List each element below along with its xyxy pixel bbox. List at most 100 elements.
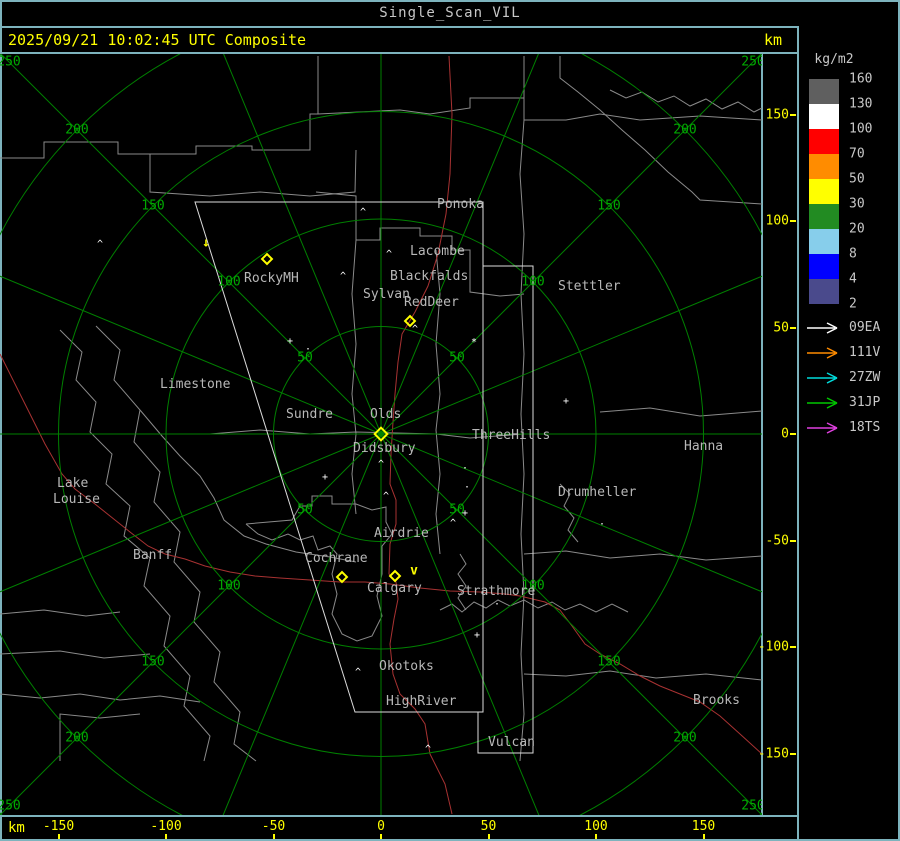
range-ring-label: 250 <box>0 54 21 70</box>
city-label-ponoka: Ponoka <box>437 197 484 212</box>
right-axis-tick-label: 50 <box>773 320 789 335</box>
city-label-lake: Lake <box>57 476 89 491</box>
county-boundary <box>609 89 762 113</box>
colorbar-level-label: 8 <box>849 246 857 262</box>
city-label-louise: Louise <box>53 492 100 507</box>
city-label-vulcan: Vulcan <box>488 735 535 750</box>
storm-cell-marker: ^ <box>377 459 385 470</box>
range-ring-label: 150 <box>141 654 165 670</box>
right-axis-tick-mark <box>790 220 796 222</box>
county-boundary <box>351 239 357 515</box>
right-axis-tick-mark <box>790 326 796 329</box>
storm-track-arrow-icon <box>807 372 838 384</box>
colorbar-level-label: 50 <box>849 171 865 187</box>
storm-track-legend-item: 111V <box>805 345 900 360</box>
titlebar-separator <box>0 26 799 28</box>
storm-track-legend-item: 31JP <box>805 395 900 410</box>
range-ring-label: 200 <box>65 730 89 746</box>
storm-track-legend-item: 18TS <box>805 420 900 435</box>
radar-site-marker <box>260 252 274 266</box>
scan-timestamp: 2025/09/21 10:02:45 UTC Composite <box>8 31 307 49</box>
colorbar-swatch <box>809 254 839 279</box>
storm-track-arrow-icon <box>807 397 838 409</box>
radar-site-marker <box>388 569 402 583</box>
bottom-axis-tick-mark <box>702 834 705 839</box>
colorbar-swatch <box>809 204 839 229</box>
bottom-axis-tick-mark <box>487 834 490 839</box>
storm-motion-glyph: v <box>410 563 418 579</box>
storm-motion-glyph: ↓ <box>202 235 210 251</box>
city-label-sundre: Sundre <box>286 407 333 422</box>
bottom-axis: km -150 -100 -50 0 50 100 150 <box>0 817 797 839</box>
scan-area-outline <box>477 265 534 754</box>
storm-track-id: 31JP <box>849 395 881 410</box>
colorbar-level-label: 160 <box>849 71 873 87</box>
county-boundary <box>519 56 525 762</box>
right-axis-tick-mark <box>790 752 796 755</box>
storm-cell-marker: · <box>598 519 606 530</box>
storm-track-arrow-icon <box>807 422 838 434</box>
colorbar-swatch <box>809 179 839 204</box>
legend-panel: kg/m2 160 130 100 70 50 30 20 8 4 2 09EA 111V 27ZW 31… <box>799 26 900 839</box>
storm-cell-marker: · <box>304 344 312 355</box>
city-label-didsbury: Didsbury <box>353 441 416 456</box>
storm-cell-marker: ^ <box>96 239 104 250</box>
storm-cell-marker: * <box>470 337 478 348</box>
storm-cell-marker: · <box>463 482 471 493</box>
map-canvas[interactable]: 50 50 50 50 100 100 100 100 150 150 150 150 200 200 20… <box>0 54 762 815</box>
storm-cell-marker: + <box>286 336 294 347</box>
storm-cell-marker: ^ <box>424 744 432 755</box>
storm-cell-marker: ^ <box>385 249 393 260</box>
range-ring-label: 50 <box>297 502 313 518</box>
range-ring-label: 150 <box>597 654 621 670</box>
storm-track-arrow-icon <box>807 322 838 334</box>
storm-cell-marker: + <box>562 396 570 407</box>
window-title: Single_Scan_VIL <box>379 5 521 21</box>
range-ring-label: 150 <box>597 198 621 214</box>
storm-track-id: 18TS <box>849 420 881 435</box>
range-ring-label: 250 <box>741 54 762 70</box>
storm-track-legend-item: 27ZW <box>805 370 900 385</box>
storm-cell-marker: · <box>461 463 469 474</box>
storm-cell-marker: · <box>493 599 501 610</box>
bottom-axis-tick-label: -100 <box>150 819 182 834</box>
right-axis-tick-label: 0 <box>781 426 789 442</box>
city-label-reddeer: RedDeer <box>404 295 459 310</box>
right-axis-tick-label: 100 <box>765 213 789 229</box>
city-label-threehills: ThreeHills <box>472 428 551 443</box>
bottom-axis-tick-label: -50 <box>261 819 286 834</box>
storm-track-id: 27ZW <box>849 370 881 385</box>
right-axis-tick-mark <box>790 646 796 648</box>
bottom-axis-tick-mark <box>595 834 597 839</box>
storm-cell-marker: ^ <box>449 518 457 529</box>
storm-track-id: 111V <box>849 345 881 360</box>
county-boundary <box>317 97 524 115</box>
colorbar-level-label: 130 <box>849 96 873 112</box>
right-axis-tick-label: 150 <box>765 107 789 122</box>
county-boundary <box>149 149 357 197</box>
colorbar-swatch <box>809 129 839 154</box>
right-axis-tick-mark <box>790 539 796 542</box>
bottom-axis-tick-label: 150 <box>691 819 716 834</box>
colorbar-level-label: 70 <box>849 146 865 162</box>
radar-window: Single_Scan_VIL 2025/09/21 10:02:45 UTC … <box>0 0 900 841</box>
storm-cell-marker: ^ <box>339 271 347 282</box>
city-label-limestone: Limestone <box>160 377 231 392</box>
city-label-cochrane: Cochrane <box>305 551 368 566</box>
city-label-banff: Banff <box>133 548 173 563</box>
range-ring-label: 50 <box>449 350 465 366</box>
city-label-calgary: Calgary <box>367 581 422 596</box>
city-label-okotoks: Okotoks <box>379 659 434 674</box>
bottom-axis-tick-label: 100 <box>584 819 608 834</box>
bottom-axis-tick-mark <box>380 834 382 839</box>
city-label-airdrie: Airdrie <box>374 526 429 541</box>
county-boundary <box>59 329 211 762</box>
storm-track-id: 09EA <box>849 320 881 335</box>
bottom-axis-tick-mark <box>165 834 167 839</box>
storm-track-legend-item: 09EA <box>805 320 900 335</box>
radar-site-marker <box>335 570 349 584</box>
storm-cell-marker: + <box>321 472 329 483</box>
storm-track-arrow-icon <box>807 347 838 359</box>
azimuth-radial <box>222 433 382 815</box>
storm-cell-marker: + <box>461 508 469 519</box>
